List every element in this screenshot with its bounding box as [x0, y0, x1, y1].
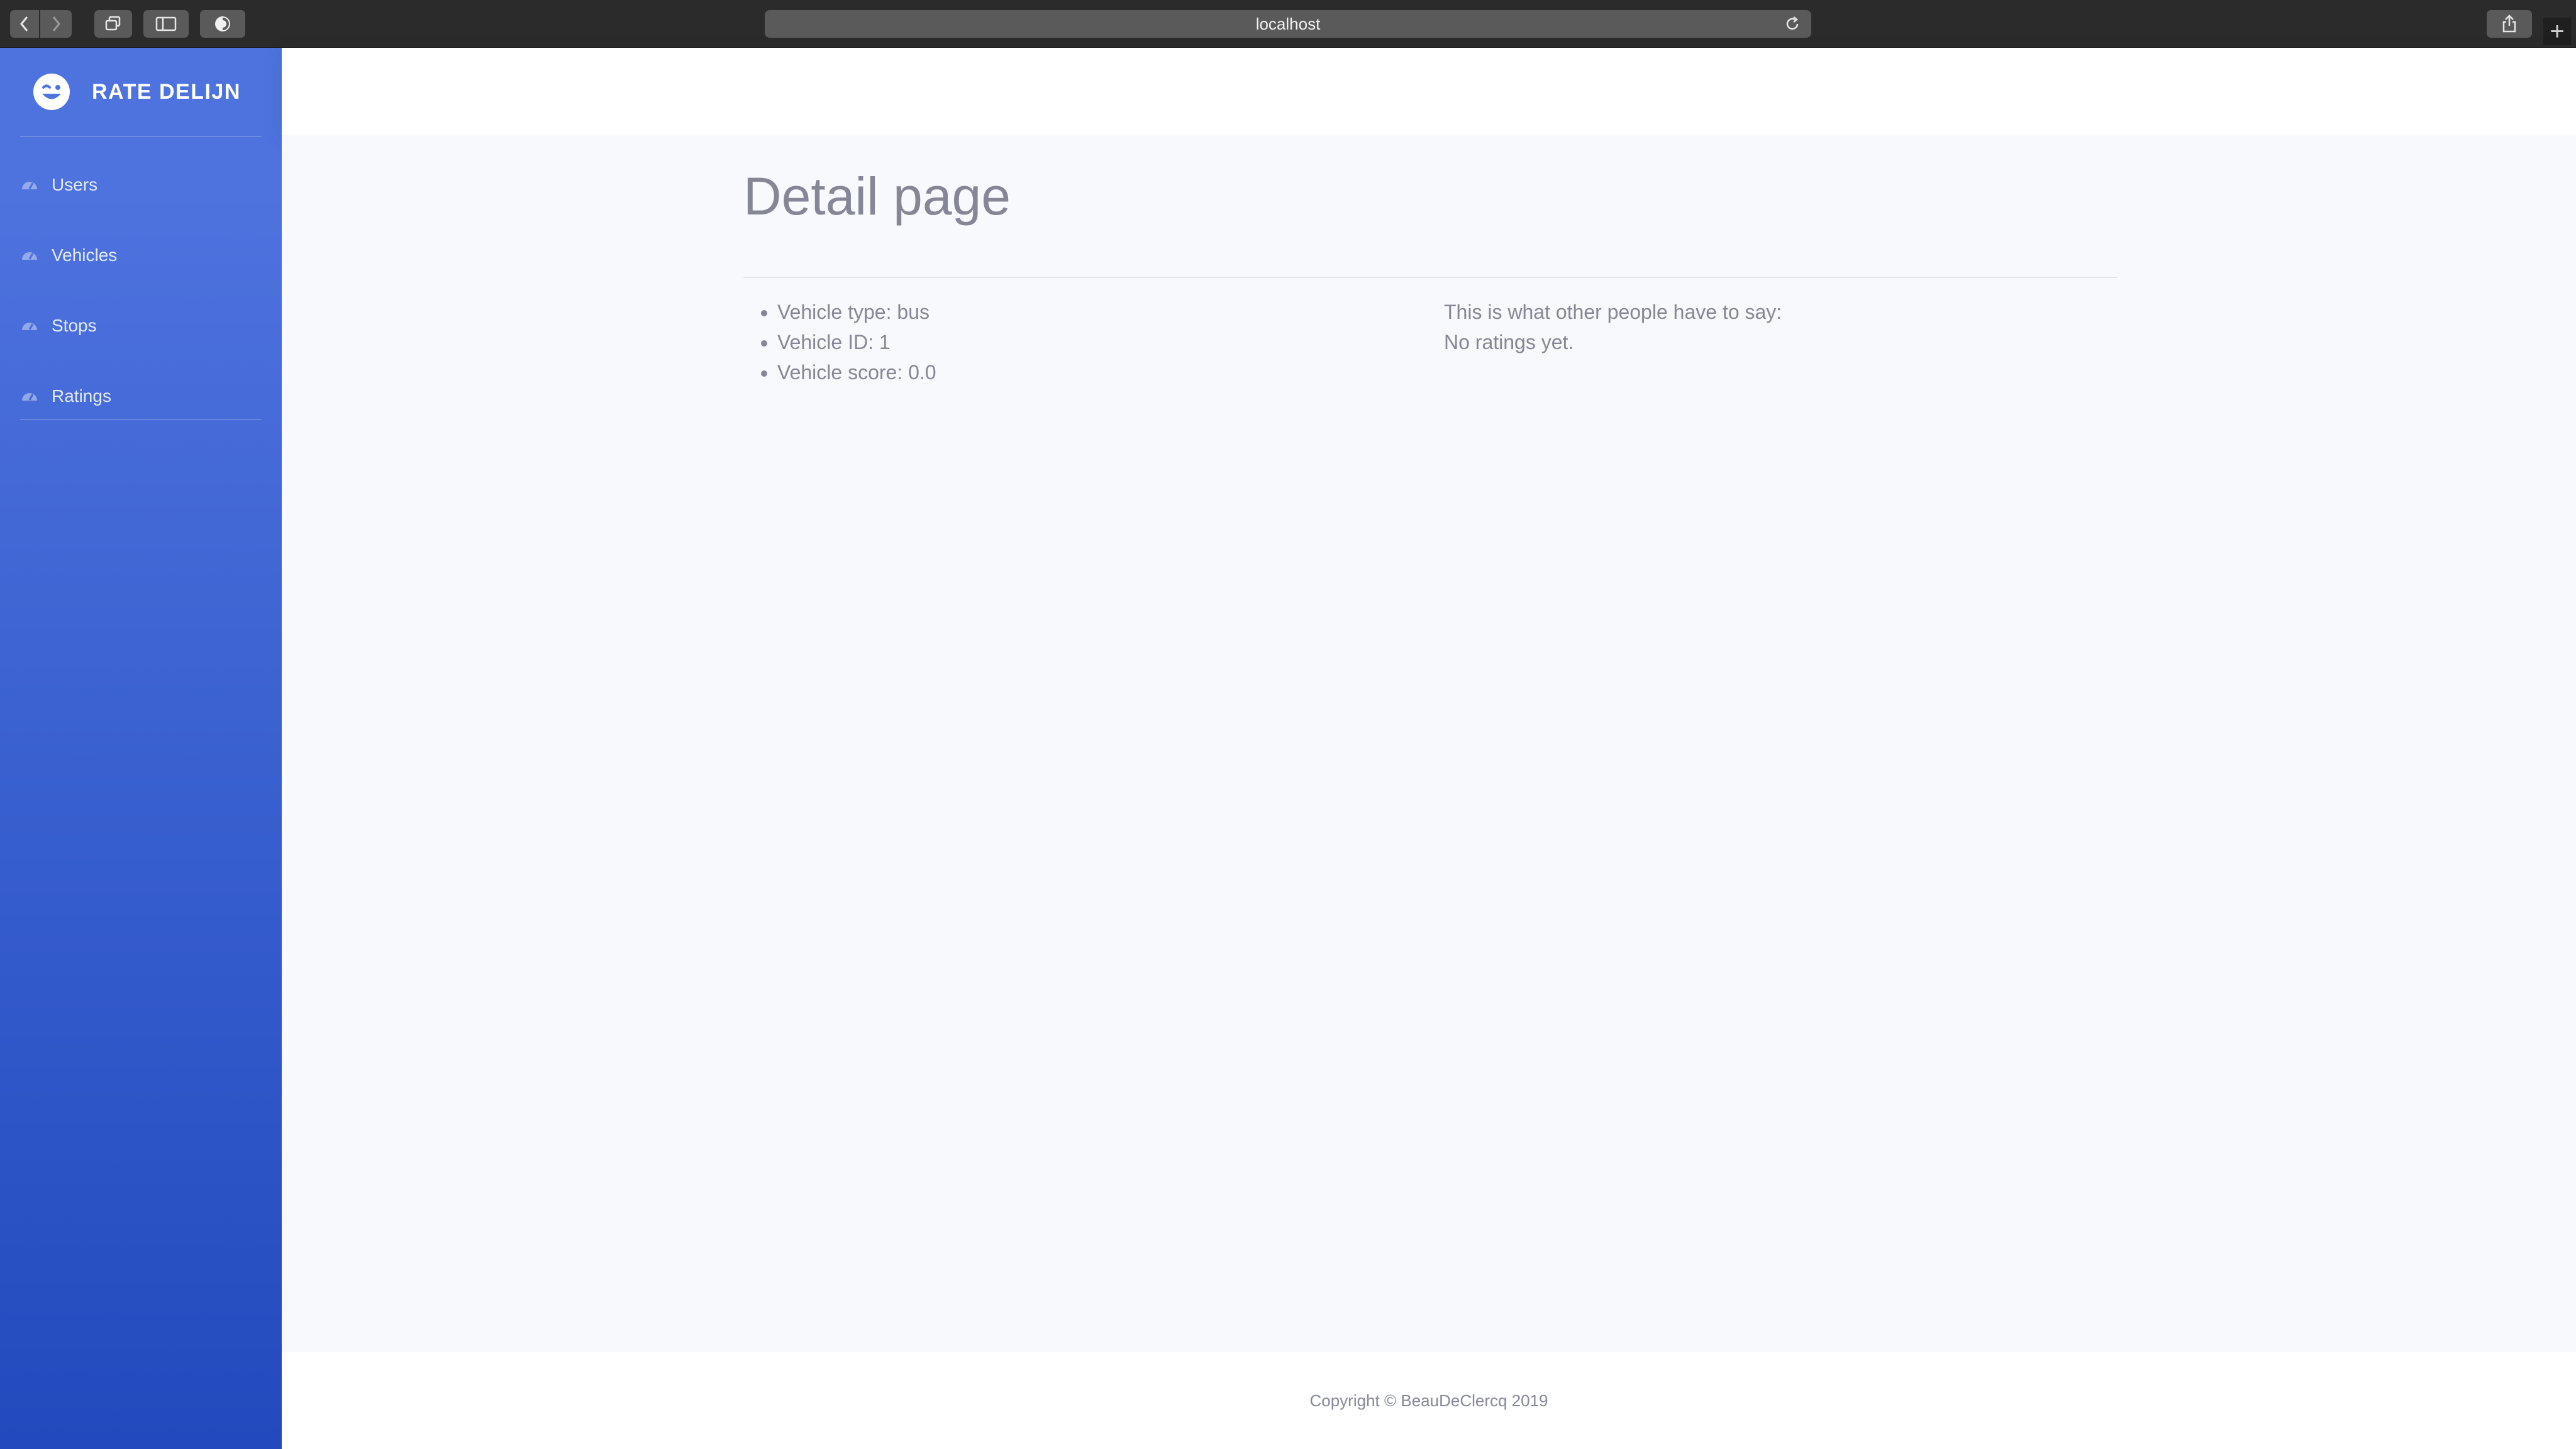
sidebar-item-vehicles[interactable]: Vehicles: [0, 220, 282, 291]
chevron-left-icon: [20, 16, 28, 31]
new-tab-button[interactable]: +: [2543, 18, 2571, 45]
sidebar-item-label: Ratings: [52, 386, 111, 406]
reload-icon[interactable]: [1784, 15, 1801, 33]
url-text: localhost: [1255, 14, 1321, 33]
list-item: Vehicle ID: 1: [777, 327, 1435, 357]
sidebar-item-ratings[interactable]: Ratings: [0, 361, 282, 431]
tabs-icon: [105, 16, 121, 31]
chevron-right-icon: [52, 16, 60, 31]
brand-label: RATE DELIJN: [92, 79, 241, 104]
sidebar: RATE DELIJN Users Vehicles Stops Ratings: [0, 48, 282, 1449]
privacy-button[interactable]: [200, 10, 245, 38]
browser-toolbar: localhost +: [0, 0, 2576, 48]
tachometer-icon: [22, 393, 37, 401]
sidebar-item-label: Vehicles: [52, 245, 118, 265]
main-content: Detail page Vehicle type: bus Vehicle ID…: [282, 135, 2576, 1352]
list-item: Vehicle score: 0.0: [777, 357, 1435, 387]
tachometer-icon: [22, 182, 37, 189]
sidebar-nav: Users Vehicles Stops Ratings: [0, 150, 282, 431]
grin-wink-icon: [33, 74, 70, 110]
vehicle-details: Vehicle type: bus Vehicle ID: 1 Vehicle …: [743, 297, 1435, 387]
share-button[interactable]: [2487, 10, 2532, 38]
content-container: Detail page Vehicle type: bus Vehicle ID…: [743, 165, 2117, 384]
ratings-empty-message: No ratings yet.: [1444, 331, 1574, 353]
tachometer-icon: [22, 323, 37, 330]
sidebar-item-label: Stops: [52, 316, 97, 335]
shield-icon: [215, 16, 230, 31]
sidebar-item-stops[interactable]: Stops: [0, 291, 282, 361]
details-list: Vehicle type: bus Vehicle ID: 1 Vehicle …: [743, 297, 1435, 387]
list-item: Vehicle type: bus: [777, 297, 1435, 327]
page-title: Detail page: [743, 167, 1011, 226]
tachometer-icon: [22, 252, 37, 260]
address-bar[interactable]: localhost: [765, 10, 1811, 38]
sidebar-icon: [155, 16, 177, 31]
share-icon: [2502, 14, 2516, 33]
sidebar-divider: [20, 419, 262, 420]
back-button[interactable]: [10, 10, 39, 38]
forward-button[interactable]: [40, 10, 72, 38]
topbar: [282, 48, 2576, 135]
sidebar-toggle-button[interactable]: [143, 10, 189, 38]
footer: Copyright © BeauDeClercq 2019: [282, 1352, 2576, 1449]
ratings-heading: This is what other people have to say:: [1444, 301, 1782, 323]
tab-overview-button[interactable]: [94, 10, 132, 38]
sidebar-divider: [20, 136, 262, 137]
sidebar-brand[interactable]: RATE DELIJN: [0, 48, 282, 136]
ratings-section: This is what other people have to say: N…: [1444, 297, 2117, 357]
sidebar-item-label: Users: [52, 175, 98, 194]
copyright-text: Copyright © BeauDeClercq 2019: [1309, 1391, 1548, 1410]
sidebar-item-users[interactable]: Users: [0, 150, 282, 220]
title-divider: [743, 277, 2117, 278]
plus-icon: +: [2550, 17, 2565, 45]
